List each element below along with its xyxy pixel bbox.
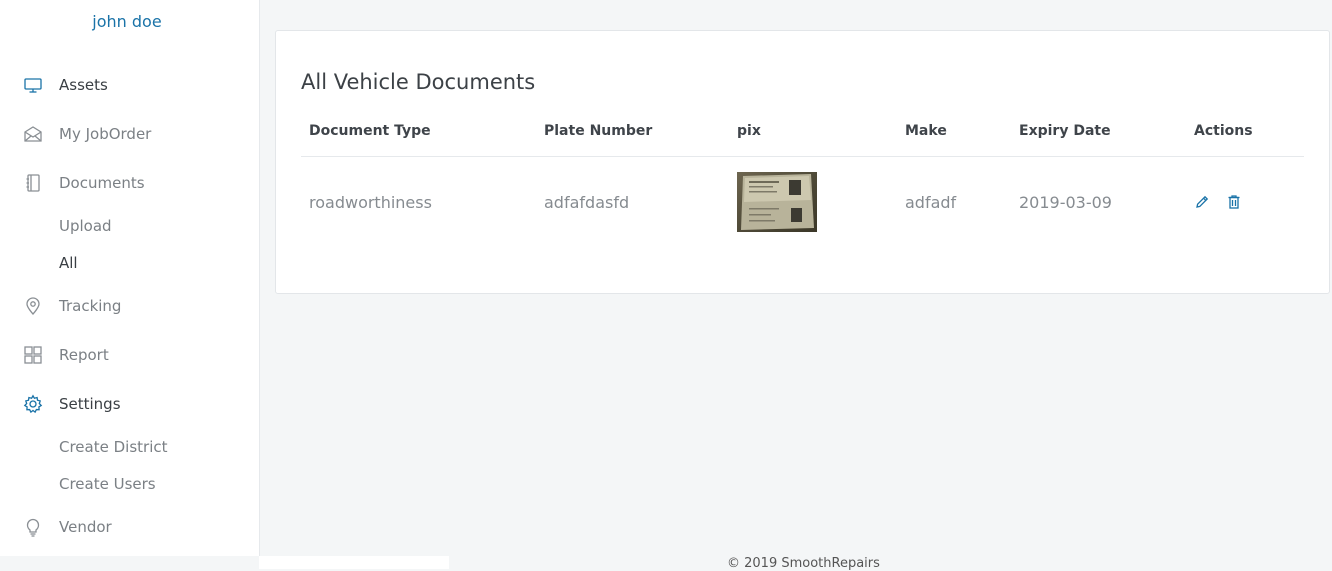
sidebar-item-documents[interactable]: Documents: [0, 166, 259, 200]
sidebar-item-label: Documents: [59, 174, 145, 192]
sidebar-subitem-create-district[interactable]: Create District: [59, 437, 168, 457]
edit-button[interactable]: [1194, 194, 1210, 210]
table-header-divider: [301, 156, 1304, 157]
notebook-icon: [23, 173, 43, 193]
sidebar-item-label: Tracking: [59, 297, 122, 315]
sidebar-item-label: Report: [59, 346, 109, 364]
user-name[interactable]: john doe: [0, 12, 254, 31]
monitor-icon: [23, 75, 43, 95]
sidebar-item-joborder[interactable]: My JobOrder: [0, 117, 259, 151]
sidebar-item-vendor[interactable]: Vendor: [0, 510, 259, 544]
sidebar: john doe Assets My JobOrder Documents Up…: [0, 0, 260, 556]
sidebar-item-label: Assets: [59, 76, 108, 94]
cell-expiry-date: 2019-03-09: [1019, 193, 1112, 212]
sidebar-item-settings[interactable]: Settings: [0, 387, 259, 421]
sidebar-subitem-upload[interactable]: Upload: [59, 216, 112, 236]
grid-icon: [23, 345, 43, 365]
card-title: All Vehicle Documents: [301, 70, 536, 94]
map-pin-icon: [23, 296, 43, 316]
envelope-open-icon: [23, 124, 43, 144]
column-header-make: Make: [905, 123, 947, 139]
sidebar-item-assets[interactable]: Assets: [0, 68, 259, 102]
sidebar-footer-strip: [259, 556, 449, 569]
documents-card: All Vehicle Documents Document Type Plat…: [275, 30, 1330, 294]
sidebar-item-report[interactable]: Report: [0, 338, 259, 372]
pencil-icon: [1194, 194, 1210, 210]
document-thumbnail[interactable]: [737, 172, 817, 232]
sidebar-item-tracking[interactable]: Tracking: [0, 289, 259, 323]
gear-icon: [23, 394, 43, 414]
delete-button[interactable]: [1226, 194, 1242, 210]
sidebar-item-label: My JobOrder: [59, 125, 152, 143]
sidebar-subitem-create-users[interactable]: Create Users: [59, 474, 156, 494]
column-header-pix: pix: [737, 123, 761, 139]
column-header-expiry-date: Expiry Date: [1019, 123, 1111, 139]
cell-make: adfadf: [905, 193, 957, 212]
column-header-plate-number: Plate Number: [544, 123, 653, 139]
lightbulb-icon: [23, 517, 43, 537]
sidebar-subitem-all[interactable]: All: [59, 253, 78, 273]
column-header-document-type: Document Type: [309, 123, 431, 139]
sidebar-item-label: Vendor: [59, 518, 112, 536]
cell-plate-number: adfafdasfd: [544, 193, 630, 212]
sidebar-item-label: Settings: [59, 395, 121, 413]
cell-document-type: roadworthiness: [309, 193, 432, 212]
trash-icon: [1226, 194, 1242, 210]
column-header-actions: Actions: [1194, 123, 1253, 139]
